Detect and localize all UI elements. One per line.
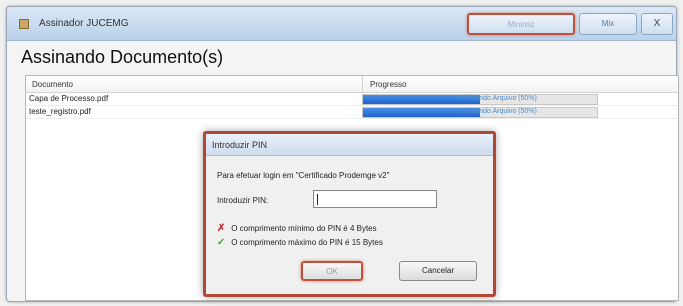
page-title: Assinando Documento(s): [21, 47, 224, 67]
title-bar: Assinador JUCEMG Minimiz Mix X: [7, 7, 676, 41]
document-name: Capa de Processo.pdf: [29, 94, 109, 103]
cancel-button[interactable]: Cancelar: [399, 261, 477, 281]
window-title: Assinador JUCEMG: [39, 18, 129, 29]
login-prompt: Para efetuar login em "Certificado Prode…: [217, 171, 390, 180]
dialog-title: Introduzir PIN: [206, 134, 493, 156]
pin-label: Introduzir PIN:: [217, 196, 269, 205]
background-window-title: [197, 17, 427, 33]
pin-rule-min-length: ✗ O comprimento mínimo do PIN é 4 Bytes: [217, 223, 377, 234]
table-row[interactable]: Capa de Processo.pdf assinando Arquivo (…: [26, 93, 678, 106]
column-divider[interactable]: [362, 76, 363, 93]
column-header-document[interactable]: Documento: [32, 80, 73, 89]
progress-bar: assinando Arquivo (50%): [362, 94, 598, 105]
minimize-button[interactable]: Minimiz: [467, 13, 575, 35]
app-icon: [19, 19, 29, 29]
pin-input[interactable]: [313, 190, 437, 208]
document-name: teste_registro.pdf: [29, 107, 91, 116]
ok-button[interactable]: OK: [301, 261, 363, 281]
progress-text: assinando Arquivo (50%): [459, 108, 537, 115]
table-row[interactable]: teste_registro.pdf assinando Arquivo (50…: [26, 106, 678, 119]
pin-rule-max-length: ✓ O comprimento máximo do PIN é 15 Bytes: [217, 237, 383, 248]
pin-dialog: Introduzir PIN Para efetuar login em "Ce…: [203, 131, 496, 297]
progress-text: assinando Arquivo (50%): [459, 95, 537, 102]
text-caret: [317, 194, 318, 205]
checkmark-icon: ✓: [217, 237, 226, 248]
table-header: Documento Progresso: [26, 76, 678, 93]
rule-text: O comprimento máximo do PIN é 15 Bytes: [231, 238, 383, 247]
x-icon: ✗: [217, 223, 226, 234]
maximize-button[interactable]: Mix: [579, 13, 637, 35]
column-header-progress[interactable]: Progresso: [370, 80, 406, 89]
close-button[interactable]: X: [641, 13, 673, 35]
rule-text: O comprimento mínimo do PIN é 4 Bytes: [231, 224, 377, 233]
progress-bar: assinando Arquivo (50%): [362, 107, 598, 118]
